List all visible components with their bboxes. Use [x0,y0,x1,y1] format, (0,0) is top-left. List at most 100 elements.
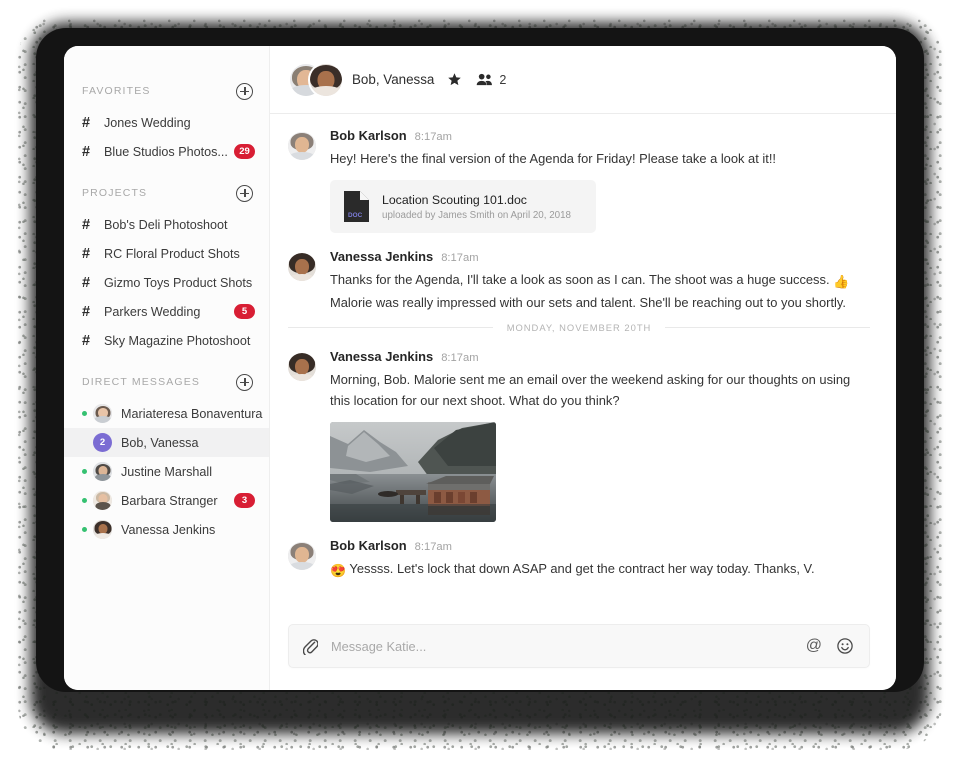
message-timestamp: 8:17am [441,252,479,264]
sidebar-item-label: RC Floral Product Shots [104,246,240,261]
sidebar-item-barbara-stranger[interactable]: Barbara Stranger 3 [64,486,269,515]
avatar [288,253,316,281]
presence-dot-online [82,498,87,503]
heart-eyes-emoji: 😍 [330,563,347,578]
at-icon[interactable]: @ [806,638,822,654]
avatar [288,353,316,381]
message-input[interactable] [331,638,806,654]
hash-icon: # [82,245,91,262]
divider-line-right [665,327,871,328]
avatar [93,462,112,481]
presence-dot-online [82,411,87,416]
date-divider-label: MONDAY, NOVEMBER 20TH [506,322,652,333]
sidebar-item-label: Parkers Wedding [104,304,201,319]
screenshot-root: FAVORITES # Jones Wedding # Blue Studios… [0,0,960,769]
divider-line-left [288,327,493,328]
star-icon[interactable] [447,72,462,87]
message-author: Vanessa Jenkins [330,349,434,364]
hash-icon: # [82,303,91,320]
thumbs-up-emoji: 👍 [833,274,850,289]
plus-circle-icon-direct-messages[interactable] [236,373,253,391]
message-text: 😍 Yessss. Let's lock that down ASAP and … [330,558,860,581]
sidebar-item-blue-studios-photos[interactable]: # Blue Studios Photos... 29 [64,137,269,166]
sidebar-item-sky-magazine-photoshoot[interactable]: # Sky Magazine Photoshoot [64,326,269,355]
page-title: Bob, Vanessa [352,72,435,87]
sidebar: FAVORITES # Jones Wedding # Blue Studios… [64,46,270,690]
avatar [93,520,112,539]
sidebar-item-label: Vanessa Jenkins [121,522,216,537]
avatar [93,491,112,510]
sidebar-item-label: Justine Marshall [121,464,212,479]
smiley-icon[interactable] [837,638,853,654]
message-item: Bob Karlson 8:17am Hey! Here's the final… [288,128,870,233]
message-item: Bob Karlson 8:17am 😍 Yessss. Let's lock … [288,538,870,581]
member-count: 2 [499,72,507,87]
message-timestamp: 8:17am [441,352,479,364]
sidebar-item-bobs-deli-photoshoot[interactable]: # Bob's Deli Photoshoot [64,210,269,239]
message-author: Bob Karlson [330,538,407,553]
message-text-content: Yessss. Let's lock that down ASAP and ge… [349,561,815,576]
section-title-favorites: FAVORITES [82,85,151,97]
message-author: Vanessa Jenkins [330,249,434,264]
hash-icon: # [82,274,91,291]
chat-header: Bob, Vanessa 2 [270,46,896,114]
message-item: Vanessa Jenkins 8:17am Thanks for the Ag… [288,249,870,313]
message-text-line-2: Malorie was really impressed with our se… [330,295,846,310]
message-body: Bob Karlson 8:17am Hey! Here's the final… [330,128,870,233]
sidebar-item-label: Mariateresa Bonaventura [121,406,263,421]
message-text: Morning, Bob. Malorie sent me an email o… [330,372,851,408]
sidebar-item-gizmo-toys-product-shots[interactable]: # Gizmo Toys Product Shots [64,268,269,297]
group-count-badge: 2 [93,433,112,452]
sidebar-item-label: Bob's Deli Photoshoot [104,217,228,232]
attachment-card[interactable]: DOC Location Scouting 101.doc uploaded b… [330,180,596,233]
avatar [288,132,316,160]
attachment-meta: uploaded by James Smith on April 20, 201… [382,209,571,221]
people-icon [476,73,493,86]
date-divider: MONDAY, NOVEMBER 20TH [288,322,871,333]
unread-badge: 3 [234,493,255,508]
unread-badge: 29 [234,144,255,159]
message-meta: Vanessa Jenkins 8:17am [330,349,870,364]
attachment-info: Location Scouting 101.doc uploaded by Ja… [382,193,571,221]
presence-dot-online [82,469,87,474]
svg-text:DOC: DOC [348,212,363,219]
hash-icon: # [82,143,91,160]
sidebar-item-jones-wedding[interactable]: # Jones Wedding [64,108,269,137]
paperclip-icon[interactable] [302,638,319,656]
sidebar-item-justine-marshall[interactable]: Justine Marshall [64,457,269,486]
composer-container: @ [270,624,896,690]
section-title-projects: PROJECTS [82,187,148,199]
sidebar-item-bob-vanessa[interactable]: 2 Bob, Vanessa [64,428,269,457]
section-title-direct-messages: DIRECT MESSAGES [82,376,200,388]
sidebar-section-projects-header: PROJECTS [64,182,269,204]
sidebar-item-parkers-wedding[interactable]: # Parkers Wedding 5 [64,297,269,326]
sidebar-item-vanessa-jenkins[interactable]: Vanessa Jenkins [64,515,269,544]
message-timestamp: 8:17am [414,131,452,143]
sidebar-item-label: Blue Studios Photos... [104,144,228,159]
sidebar-item-label: Bob, Vanessa [121,435,199,450]
chat-panel: Bob, Vanessa 2 Bob Karlson 8:17am Hey! H… [270,46,896,690]
avatar [308,61,344,98]
message-image-attachment[interactable] [330,422,496,522]
message-body: Vanessa Jenkins 8:17am Morning, Bob. Mal… [330,349,870,522]
sidebar-item-label: Barbara Stranger [121,493,218,508]
presence-dot-placeholder [82,440,87,445]
message-text-line-1: Thanks for the Agenda, I'll take a look … [330,272,830,287]
sidebar-item-rc-floral-product-shots[interactable]: # RC Floral Product Shots [64,239,269,268]
app-window: FAVORITES # Jones Wedding # Blue Studios… [64,46,896,690]
message-composer[interactable]: @ [288,624,870,668]
plus-circle-icon-projects[interactable] [236,184,253,202]
message-body: Bob Karlson 8:17am 😍 Yessss. Let's lock … [330,538,870,581]
sidebar-section-favorites-header: FAVORITES [64,80,269,102]
sidebar-item-mariateresa-bonaventura[interactable]: Mariateresa Bonaventura [64,399,269,428]
members-button[interactable]: 2 [476,73,506,87]
header-avatar-group [288,61,344,99]
message-author: Bob Karlson [330,128,407,143]
message-meta: Bob Karlson 8:17am [330,128,870,143]
message-list: Bob Karlson 8:17am Hey! Here's the final… [270,114,896,624]
doc-file-icon: DOC [344,191,369,222]
message-meta: Vanessa Jenkins 8:17am [330,249,870,264]
plus-circle-icon-favorites[interactable] [236,82,253,100]
sidebar-item-label: Sky Magazine Photoshoot [104,333,251,348]
avatar [288,542,316,570]
